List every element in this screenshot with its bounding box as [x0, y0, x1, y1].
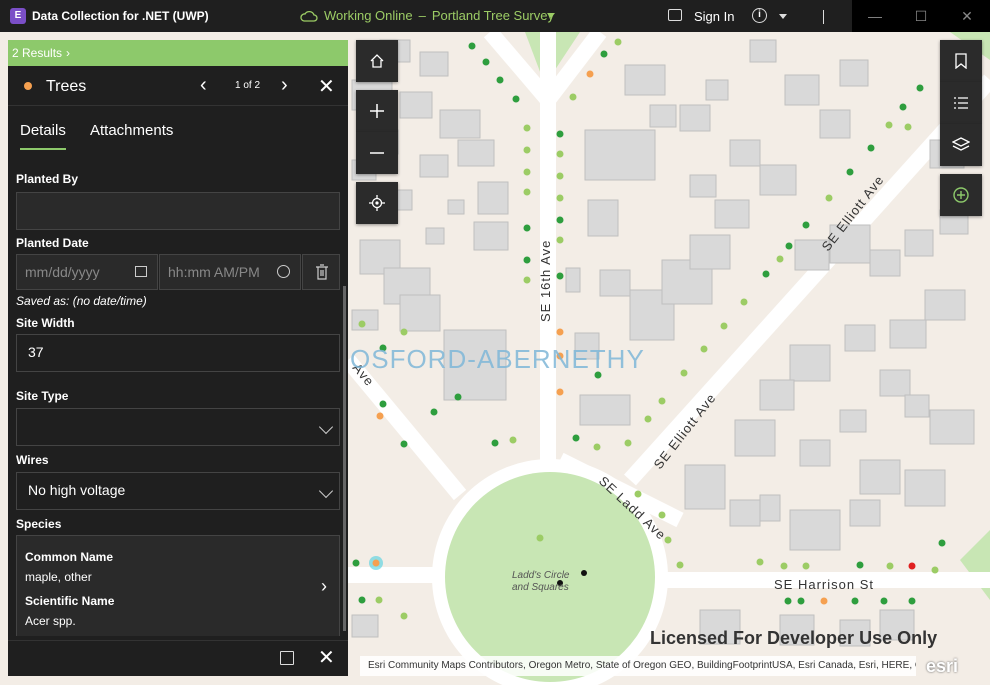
- wires-label: Wires: [16, 453, 49, 467]
- results-breadcrumb[interactable]: 2 Results ›: [8, 40, 348, 66]
- save-icon[interactable]: [280, 651, 294, 665]
- trash-icon: [316, 264, 328, 280]
- layer-title: Trees: [46, 78, 87, 95]
- planted-date-label: Planted Date: [16, 236, 89, 250]
- neighborhood-label: OSFORD-ABERNETHY: [350, 344, 645, 374]
- site-width-label: Site Width: [16, 316, 75, 330]
- minimize-icon[interactable]: —: [852, 0, 898, 32]
- project-name: Portland Tree Survey: [431, 8, 554, 23]
- maximize-icon[interactable]: ☐: [898, 0, 944, 32]
- window-controls: — ☐ ✕: [852, 0, 990, 32]
- online-status: Working Online: [324, 8, 413, 23]
- form-scrollbar[interactable]: [343, 286, 346, 631]
- next-feature-button[interactable]: ›: [281, 74, 288, 97]
- zoom-in-button[interactable]: [356, 90, 398, 132]
- street-label-harrison: SE Harrison St: [774, 577, 874, 592]
- chevron-down-icon[interactable]: [547, 13, 555, 18]
- locate-icon: [369, 195, 385, 211]
- zoom-out-button[interactable]: [356, 132, 398, 174]
- info-chevron-down-icon[interactable]: [779, 14, 787, 19]
- site-width-input[interactable]: 37: [16, 334, 340, 372]
- street-label-16th: SE 16th Ave: [538, 240, 553, 322]
- developer-watermark: Licensed For Developer Use Only: [650, 628, 938, 648]
- add-circle-icon: [953, 187, 969, 203]
- results-count: 2 Results: [12, 46, 63, 60]
- app-title: Data Collection for .NET (UWP): [32, 9, 209, 23]
- chevron-right-icon: ›: [321, 576, 327, 596]
- planted-by-label: Planted By: [16, 172, 79, 186]
- sign-in-icon[interactable]: [668, 9, 682, 21]
- bookmark-icon: [955, 53, 967, 69]
- title-divider: [823, 10, 824, 24]
- date-placeholder: mm/dd/yyyy: [25, 264, 100, 280]
- common-name-label: Common Name: [25, 550, 114, 564]
- minus-icon: [370, 152, 384, 154]
- panel-tabs: Details Attachments: [8, 106, 348, 156]
- title-bar: E Data Collection for .NET (UWP) Working…: [0, 0, 990, 32]
- wires-value: No high voltage: [28, 482, 126, 498]
- tab-details[interactable]: Details: [20, 122, 66, 139]
- chevron-right-icon: ›: [66, 46, 71, 60]
- details-form: Planted By Planted Date mm/dd/yyyy hh:mm…: [8, 156, 348, 636]
- calendar-icon[interactable]: [135, 266, 147, 277]
- layers-button[interactable]: [940, 124, 982, 166]
- time-input[interactable]: hh:mm AM/PM: [159, 254, 301, 290]
- feature-counter: 1 of 2: [235, 80, 261, 91]
- feature-header: Trees ‹ 1 of 2 › ✕: [8, 66, 348, 106]
- common-name-value: maple, other: [25, 570, 92, 584]
- add-feature-button[interactable]: [940, 174, 982, 216]
- legend-button[interactable]: [940, 82, 982, 124]
- list-icon: [954, 97, 968, 109]
- site-type-select[interactable]: [16, 408, 340, 446]
- scientific-name-label: Scientific Name: [25, 594, 115, 608]
- bookmarks-button[interactable]: [940, 40, 982, 82]
- map-attribution[interactable]: Esri Community Maps Contributors, Oregon…: [360, 656, 916, 676]
- park-label-line1: Ladd's Circle: [512, 570, 570, 581]
- scientific-name-value: Acer spp.: [25, 614, 76, 628]
- project-selector[interactable]: Working Online – Portland Tree Survey: [300, 8, 554, 23]
- locate-button[interactable]: [356, 182, 398, 224]
- identify-panel: 2 Results › Trees ‹ 1 of 2 › ✕ Details A…: [8, 40, 348, 676]
- layers-icon: [952, 137, 970, 151]
- esri-logo: esri: [926, 656, 959, 676]
- previous-feature-button[interactable]: ‹: [200, 74, 207, 97]
- clock-icon[interactable]: [277, 265, 290, 278]
- planted-by-input[interactable]: [16, 192, 340, 230]
- tab-attachments[interactable]: Attachments: [90, 122, 173, 139]
- site-type-label: Site Type: [16, 389, 69, 403]
- species-picker[interactable]: Common Name maple, other Scientific Name…: [16, 535, 340, 636]
- wires-select[interactable]: No high voltage: [16, 472, 340, 510]
- park-label-line2: and Squares: [512, 582, 569, 593]
- panel-footer: ✕: [8, 640, 348, 676]
- home-icon: [370, 54, 384, 68]
- active-tab-indicator: [20, 148, 66, 150]
- close-window-icon[interactable]: ✕: [944, 0, 990, 32]
- chevron-down-icon: [318, 483, 334, 499]
- sign-in-button[interactable]: Sign In: [694, 9, 734, 24]
- close-panel-button[interactable]: ✕: [318, 74, 335, 99]
- date-input[interactable]: mm/dd/yyyy: [16, 254, 158, 290]
- saved-as-note: Saved as: (no date/time): [16, 294, 147, 308]
- species-label: Species: [16, 517, 62, 531]
- info-icon[interactable]: i: [752, 8, 767, 23]
- tree-symbol-icon: [24, 82, 32, 90]
- chevron-down-icon: [318, 419, 334, 435]
- cloud-online-icon: [300, 10, 318, 22]
- time-placeholder: hh:mm AM/PM: [168, 264, 260, 280]
- app-logo-icon: E: [10, 8, 26, 24]
- home-button[interactable]: [356, 40, 398, 82]
- plus-icon: [370, 104, 384, 118]
- cancel-edit-button[interactable]: ✕: [318, 645, 335, 670]
- selected-tree: [372, 559, 380, 567]
- clear-date-button[interactable]: [302, 254, 340, 290]
